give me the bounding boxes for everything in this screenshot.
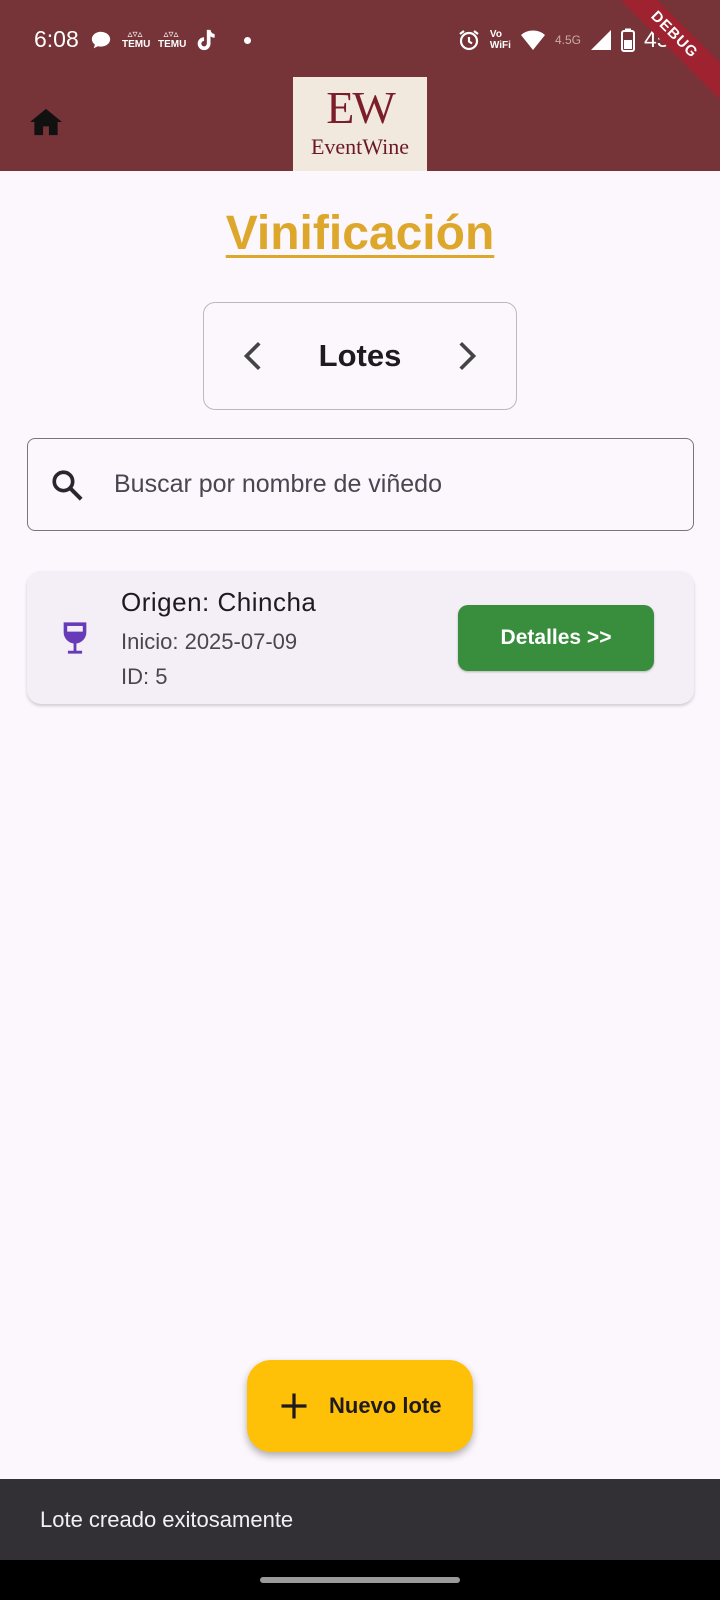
network-type: 4.5G xyxy=(554,32,581,47)
lot-origin: Origen: Chincha xyxy=(121,587,317,617)
notification-icons: ▵▿▵ TEMU ▵▿▵ TEMU xyxy=(90,28,251,52)
temu-icon: ▵▿▵ TEMU xyxy=(158,29,187,50)
page-title: Vinificación xyxy=(225,207,495,260)
snackbar: Lote creado exitosamente xyxy=(0,1479,720,1560)
wine-glass-icon xyxy=(63,622,87,654)
logo-name: EventWine xyxy=(310,134,410,159)
vowifi-icon: Vo WiFi xyxy=(489,28,511,51)
alarm-icon xyxy=(459,29,479,50)
chevron-right-icon[interactable] xyxy=(448,339,482,373)
search-input[interactable]: Buscar por nombre de viñedo xyxy=(27,438,694,531)
details-button[interactable]: Detalles >> xyxy=(458,605,654,671)
status-bar: 6:08 ▵▿▵TEMU ▵▿▵TEMU VoWiFi 4.5G 45% xyxy=(0,0,720,84)
search-icon xyxy=(52,469,83,501)
lot-card: Origen: Chincha Inicio: 2025-07-09 ID: 5… xyxy=(27,571,694,704)
status-time: 6:08 xyxy=(34,26,79,52)
lot-start-date: Inicio: 2025-07-09 xyxy=(121,629,298,654)
logo-mark: EW xyxy=(326,82,396,133)
gesture-handle[interactable] xyxy=(260,1577,460,1583)
plus-icon xyxy=(281,1393,307,1419)
new-lot-label: Nuevo lote xyxy=(329,1393,442,1418)
system-nav-bar xyxy=(0,1560,720,1600)
signal-icon xyxy=(590,29,611,50)
app-bar: 6:08 ▵▿▵TEMU ▵▿▵TEMU VoWiFi 4.5G 45% DEB… xyxy=(0,0,720,171)
wifi-icon xyxy=(520,30,545,50)
chevron-left-icon[interactable] xyxy=(238,339,272,373)
more-notifications-dot xyxy=(244,36,251,44)
home-button[interactable] xyxy=(28,106,68,142)
home-icon xyxy=(30,108,62,136)
section-selector: Lotes xyxy=(203,302,517,410)
tiktok-icon xyxy=(197,29,215,51)
search-placeholder: Buscar por nombre de viñedo xyxy=(114,470,442,498)
app-logo: EW EventWine xyxy=(293,77,427,171)
lot-id: ID: 5 xyxy=(121,664,168,689)
snackbar-message: Lote creado exitosamente xyxy=(40,1506,294,1532)
chat-bubble-icon xyxy=(91,31,111,49)
section-label: Lotes xyxy=(318,338,402,373)
temu-icon: ▵▿▵ TEMU xyxy=(122,29,151,50)
new-lot-button[interactable]: Nuevo lote xyxy=(247,1360,473,1452)
battery-icon xyxy=(620,28,635,52)
